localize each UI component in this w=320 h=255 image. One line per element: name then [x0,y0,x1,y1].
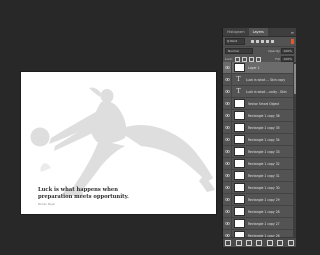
quote-line-2: preparation meets opportunity. [38,193,129,200]
canvas-workspace: Luck is what happens when preparation me… [0,0,222,255]
layer-row[interactable]: Rectangle 1 copy 32 [223,158,293,170]
layer-filter-row: Q Kind [223,37,296,47]
layer-name[interactable]: Rectangle 1 copy 29 [248,198,280,202]
type-layer-icon: T [236,88,241,95]
fill-label: Fill: [275,57,281,61]
layers-panel: Histogram Layers ≡ Q Kind Normal Opacity… [222,28,296,247]
layer-thumbnail [234,135,245,144]
layer-name[interactable]: Luck is what ... Skin copy [246,78,285,82]
layer-row[interactable]: Rectangle 1 copy 30 [223,182,293,194]
layer-row[interactable]: Layer 1 [223,62,293,74]
layer-name[interactable]: Rectangle 1 copy 30 [248,186,280,190]
layer-thumbnail [234,159,245,168]
layer-thumbnail [234,171,245,180]
layer-thumbnail [234,207,245,216]
type-layer-icon: T [236,76,241,83]
visibility-eye-icon[interactable] [223,110,232,121]
visibility-eye-icon[interactable] [223,134,232,145]
panel-menu-icon[interactable]: ≡ [291,30,296,35]
new-group-icon[interactable] [266,239,273,246]
layers-scrollbar[interactable] [293,62,296,238]
layer-thumbnail [234,219,245,228]
blend-mode-select[interactable]: Normal [225,48,253,54]
delete-layer-icon[interactable] [287,239,294,246]
scrollbar-thumb[interactable] [293,64,296,94]
visibility-eye-icon[interactable] [223,62,232,73]
link-layers-icon[interactable] [225,239,232,246]
layer-row[interactable]: Rectangle 1 copy 27 [223,218,293,230]
lock-pixels-icon[interactable] [241,56,247,62]
visibility-eye-icon[interactable] [223,206,232,217]
layers-list: Layer 1 T Luck is what ... Skin copy T Luck … [223,62,293,247]
visibility-eye-icon[interactable] [223,158,232,169]
layer-name[interactable]: Rectangle 1 copy 36 [248,114,280,118]
quote-author: Roman Royal [38,203,55,206]
layer-row[interactable]: Rectangle 1 copy 34 [223,134,293,146]
layer-name[interactable]: Rectangle 1 copy 32 [248,162,280,166]
lock-transparency-icon[interactable] [234,56,240,62]
layer-row[interactable]: T Luck is what ...unity - Skin [223,86,293,98]
layer-mask-icon[interactable] [246,239,253,246]
layer-name[interactable]: Rectangle 1 copy 31 [248,174,280,178]
visibility-eye-icon[interactable] [223,74,232,85]
visibility-eye-icon[interactable] [223,122,232,133]
layer-row[interactable]: Rectangle 1 copy 33 [223,146,293,158]
pixel-filter-icon[interactable] [251,40,254,43]
adjustment-layer-icon[interactable] [256,239,263,246]
layer-row[interactable]: Rectangle 1 copy 29 [223,194,293,206]
layer-row[interactable]: Vector Smart Object [223,98,293,110]
layer-name[interactable]: Luck is what ...unity - Skin [246,90,287,94]
layer-row[interactable]: T Luck is what ... Skin copy [223,74,293,86]
visibility-eye-icon[interactable] [223,86,232,97]
quote-line-1: Luck is what happens when [38,187,118,193]
panel-tab-strip: Histogram Layers ≡ [223,28,296,37]
layer-name[interactable]: Rectangle 1 copy 27 [248,222,280,226]
layer-row[interactable]: Rectangle 1 copy 35 [223,122,293,134]
lock-position-icon[interactable] [248,56,254,62]
layer-thumbnail [234,195,245,204]
layer-name[interactable]: Vector Smart Object [248,102,279,106]
layer-thumbnail [234,123,245,132]
volleyball-icon [30,127,50,147]
filter-toggle-switch[interactable] [291,39,294,44]
layer-row[interactable]: Rectangle 1 copy 36 [223,110,293,122]
filter-icons [251,40,274,43]
visibility-eye-icon[interactable] [223,182,232,193]
layers-bottom-bar [223,237,296,247]
tab-histogram[interactable]: Histogram [223,28,249,36]
opacity-label: Opacity: [268,49,281,53]
layer-thumbnail [234,183,245,192]
layer-thumbnail [234,63,245,72]
filter-kind-select[interactable]: Q Kind [225,38,245,45]
quote-text: Luck is what happens when preparation me… [38,187,158,201]
opacity-field: Opacity: 100% [268,48,294,54]
layer-style-icon[interactable] [235,239,242,246]
visibility-eye-icon[interactable] [223,170,232,181]
lock-all-icon[interactable] [255,56,261,62]
layer-name[interactable]: Rectangle 1 copy 35 [248,126,280,130]
shape-filter-icon[interactable] [266,40,269,43]
visibility-eye-icon[interactable] [223,218,232,229]
layer-name[interactable]: Rectangle 1 copy 33 [248,150,280,154]
visibility-eye-icon[interactable] [223,98,232,109]
type-filter-icon[interactable] [261,40,264,43]
layer-name[interactable]: Rectangle 1 copy 34 [248,138,280,142]
blend-row: Normal Opacity: 100% [223,47,296,55]
opacity-input[interactable]: 100% [281,48,294,54]
layer-thumbnail [234,111,245,120]
layer-name[interactable]: Rectangle 1 copy 28 [248,210,280,214]
layer-row[interactable]: Rectangle 1 copy 31 [223,170,293,182]
document-canvas[interactable]: Luck is what happens when preparation me… [21,72,216,214]
adjustment-filter-icon[interactable] [256,40,259,43]
layer-row[interactable]: Rectangle 1 copy 28 [223,206,293,218]
visibility-eye-icon[interactable] [223,146,232,157]
layer-name[interactable]: Layer 1 [248,66,260,70]
smart-object-filter-icon[interactable] [271,40,274,43]
visibility-eye-icon[interactable] [223,194,232,205]
lock-label: Lock: [225,57,233,61]
new-layer-icon[interactable] [277,239,284,246]
tab-layers[interactable]: Layers [248,28,268,36]
layer-thumbnail [234,147,245,156]
layer-thumbnail [234,99,245,108]
